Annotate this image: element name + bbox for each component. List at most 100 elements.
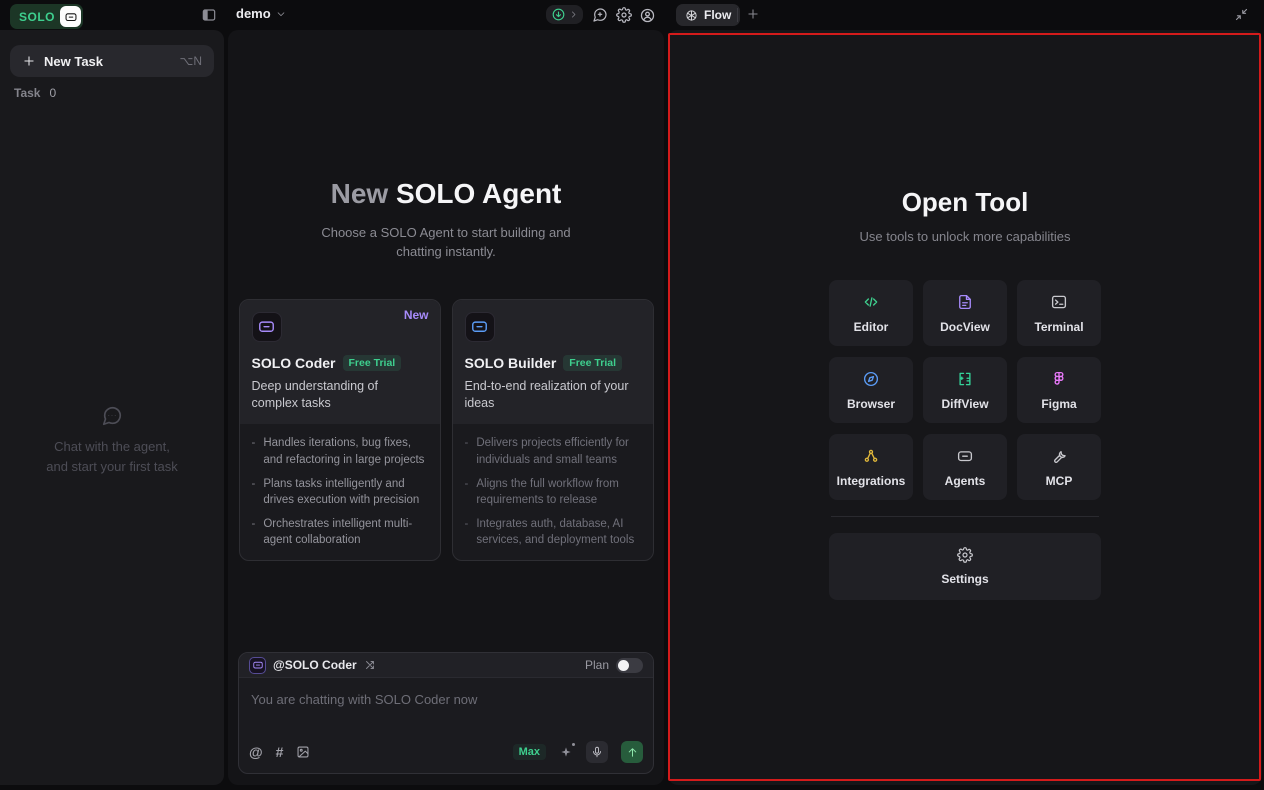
tool-label: Agents <box>944 473 986 488</box>
send-button[interactable] <box>621 741 643 763</box>
toggle-knob <box>618 659 629 671</box>
tool-label: DocView <box>940 319 990 334</box>
robot-icon <box>956 447 974 465</box>
gear-icon <box>957 547 973 563</box>
tool-label: Terminal <box>1034 319 1084 334</box>
agent-description: End-to-end realization of your ideas <box>464 378 629 410</box>
feature-item: Orchestrates intelligent multi-agent col… <box>252 516 428 548</box>
plan-toggle[interactable] <box>616 657 643 673</box>
task-sidebar: New Task ⌥N Task 0 Chat with the agent, … <box>0 30 224 785</box>
plan-label: Plan <box>584 658 609 672</box>
tool-card-mcp[interactable]: MCP <box>1017 434 1101 500</box>
agent-card-solo-builder[interactable]: SOLO Builder Free Trial End-to-end reali… <box>451 298 654 561</box>
tab-flow-label: Flow <box>704 8 732 22</box>
new-tab-button[interactable] <box>746 7 760 21</box>
chevron-down-icon <box>276 9 286 19</box>
tool-label: Browser <box>846 396 896 411</box>
open-tool-title: Open Tool <box>901 187 1029 217</box>
context-hash-icon[interactable]: # <box>276 745 284 759</box>
tool-card-figma[interactable]: Figma <box>1017 357 1101 423</box>
tool-label: Figma <box>1041 396 1077 411</box>
chat-input-box: @SOLO Coder Plan You are chatting with S… <box>238 652 654 774</box>
solo-logo[interactable]: SOLO <box>10 4 84 29</box>
attach-image-icon[interactable] <box>296 745 310 759</box>
tools-divider <box>831 516 1099 517</box>
page-subtitle: Choose a SOLO Agent to start building an… <box>321 225 571 259</box>
chevron-right-icon <box>569 10 578 19</box>
tool-label: DiffView <box>941 396 989 411</box>
new-task-shortcut: ⌥N <box>179 54 203 68</box>
tool-label: Integrations <box>836 473 906 488</box>
plus-icon <box>22 54 36 68</box>
auto-sparkle-icon[interactable] <box>559 743 575 759</box>
chat-input-header: @SOLO Coder Plan <box>239 653 653 678</box>
empty-state-line1: Chat with the agent, <box>54 439 170 454</box>
new-badge: New <box>403 307 429 322</box>
agent-card-header: SOLO Builder Free Trial End-to-end reali… <box>452 299 653 425</box>
sidebar-toggle-icon[interactable] <box>201 7 217 23</box>
chat-text-area[interactable]: You are chatting with SOLO Coder now <box>239 678 653 741</box>
tool-card-agents[interactable]: Agents <box>923 434 1007 500</box>
flow-tool-panel: Open Tool Use tools to unlock more capab… <box>668 30 1262 785</box>
terminal-icon <box>1050 293 1068 311</box>
agent-name: SOLO Builder <box>464 354 557 371</box>
wrench-icon <box>1050 447 1068 465</box>
tab-divider <box>737 8 738 22</box>
tool-card-editor[interactable]: Editor <box>829 280 913 346</box>
agent-description: Deep understanding of complex tasks <box>251 378 378 410</box>
tab-flow[interactable]: Flow <box>676 4 741 26</box>
task-count: 0 <box>49 86 57 100</box>
chat-panel: New SOLO Agent Choose a SOLO Agent to st… <box>228 30 664 785</box>
switch-agent-icon[interactable] <box>364 659 376 671</box>
project-name: demo <box>236 6 271 21</box>
tool-card-settings[interactable]: Settings <box>829 533 1101 600</box>
agent-name: SOLO Coder <box>251 354 336 371</box>
agent-card-list: New SOLO Coder Free Trial Deep understan… <box>228 298 664 561</box>
microphone-icon[interactable] <box>586 741 608 763</box>
agent-icon <box>251 311 282 342</box>
agent-icon <box>464 311 495 342</box>
usage-button[interactable] <box>546 5 583 24</box>
tool-label: Settings <box>941 572 989 586</box>
nodes-icon <box>862 447 880 465</box>
tool-label: MCP <box>1045 473 1073 488</box>
free-trial-badge: Free Trial <box>563 354 622 371</box>
download-circle-icon <box>551 7 566 22</box>
feature-item: Delivers projects efficiently for indivi… <box>465 435 641 467</box>
solo-logo-label: SOLO <box>19 9 56 24</box>
feature-item: Integrates auth, database, AI services, … <box>465 516 641 548</box>
chat-placeholder: You are chatting with SOLO Coder now <box>251 692 478 707</box>
robot-app-icon <box>60 6 82 27</box>
compass-icon <box>862 370 880 388</box>
task-filter-row[interactable]: Task 0 <box>14 86 56 100</box>
tool-card-docview[interactable]: DocView <box>923 280 1007 346</box>
mention-icon[interactable]: @ <box>249 745 263 759</box>
settings-gear-icon[interactable] <box>616 7 632 23</box>
tool-card-terminal[interactable]: Terminal <box>1017 280 1101 346</box>
tool-card-integrations[interactable]: Integrations <box>829 434 913 500</box>
feature-item: Aligns the full workflow from requiremen… <box>465 476 641 508</box>
chat-bubble-icon <box>101 405 123 427</box>
open-tool-subtitle: Use tools to unlock more capabilities <box>859 229 1071 244</box>
feature-item: Handles iterations, bug fixes, and refac… <box>252 435 428 467</box>
agent-mini-icon <box>249 656 266 674</box>
new-task-button[interactable]: New Task ⌥N <box>10 45 214 77</box>
document-icon <box>956 293 974 311</box>
feedback-message-icon[interactable] <box>592 7 608 23</box>
app-window: SOLO demo Flow New Task ⌥N Task 0 Chat w… <box>0 0 1264 790</box>
collapse-panel-icon[interactable] <box>1234 7 1249 22</box>
agent-mention[interactable]: @SOLO Coder <box>273 658 357 672</box>
chat-input-toolbar: @ # Max <box>239 741 653 773</box>
sidebar-empty-state: Chat with the agent, and start your firs… <box>0 405 224 477</box>
new-agent-hero: New SOLO Agent Choose a SOLO Agent to st… <box>228 30 664 262</box>
agent-feature-list: Delivers projects efficiently for indivi… <box>453 424 653 560</box>
agent-feature-list: Handles iterations, bug fixes, and refac… <box>240 424 440 560</box>
tool-card-diffview[interactable]: DiffView <box>923 357 1007 423</box>
code-icon <box>862 293 880 311</box>
max-mode-badge[interactable]: Max <box>512 744 546 760</box>
project-switcher[interactable]: demo <box>236 6 286 21</box>
agent-card-solo-coder[interactable]: New SOLO Coder Free Trial Deep understan… <box>238 298 441 561</box>
tool-card-browser[interactable]: Browser <box>829 357 913 423</box>
page-title: New SOLO Agent <box>330 178 562 209</box>
tool-label: Editor <box>853 319 889 334</box>
